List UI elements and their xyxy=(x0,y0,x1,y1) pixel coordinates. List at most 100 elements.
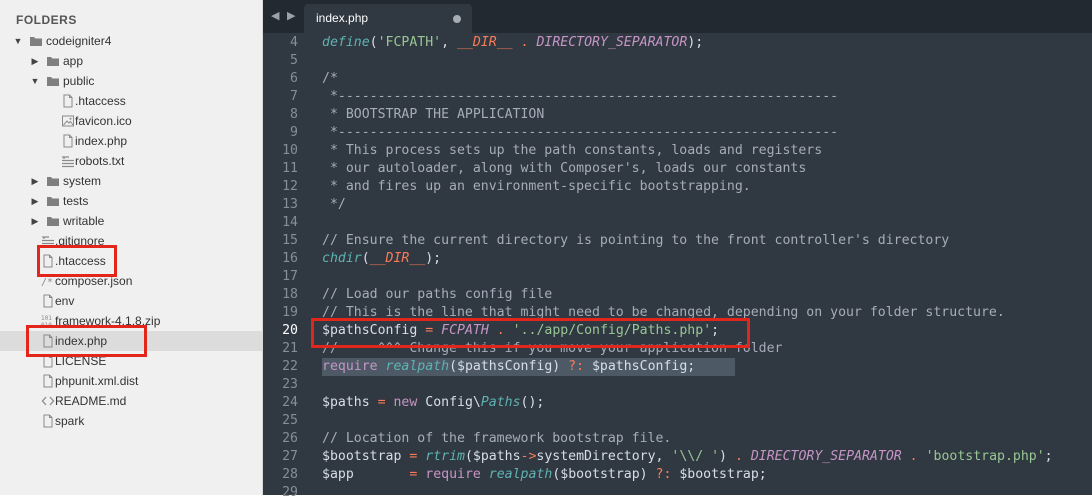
code-token: * BOOTSTRAP THE APPLICATION xyxy=(322,107,545,122)
tree-file[interactable]: .htaccess xyxy=(0,91,262,111)
tree-folder[interactable]: ▼ codeigniter4 xyxy=(0,31,262,51)
code-token: $bootstrap xyxy=(322,449,410,464)
code-line[interactable]: 28 $app = require realpath($bootstrap) ?:… xyxy=(263,466,1092,484)
code-token: systemDirectory, xyxy=(536,449,672,464)
folders-header: FOLDERS xyxy=(16,13,77,27)
code-text: * This process sets up the path constant… xyxy=(322,142,822,160)
line-number: 20 xyxy=(282,323,298,338)
code-token: ( xyxy=(369,35,378,50)
code-line[interactable]: 17 xyxy=(263,268,1092,286)
code-line[interactable]: 25 xyxy=(263,412,1092,430)
line-number: 24 xyxy=(282,395,298,410)
code-line[interactable]: 10 * This process sets up the path const… xyxy=(263,142,1092,160)
line-number: 16 xyxy=(282,251,298,266)
tree-file[interactable]: phpunit.xml.dist xyxy=(0,371,262,391)
code-line[interactable]: 8 * BOOTSTRAP THE APPLICATION xyxy=(263,106,1092,124)
line-number: 4 xyxy=(290,35,298,50)
tree-folder[interactable]: ▼ public xyxy=(0,71,262,91)
code-token: DIRECTORY_SEPARATOR xyxy=(750,449,902,464)
code-token: -> xyxy=(520,449,537,464)
code-line[interactable]: 11 * our autoloader, along with Composer… xyxy=(263,160,1092,178)
code-line[interactable]: 27 $bootstrap = rtrim($paths->systemDirec… xyxy=(263,448,1092,466)
tree-file[interactable]: index.php xyxy=(0,131,262,151)
line-number: 15 xyxy=(282,233,298,248)
tree-folder[interactable]: ▶ system xyxy=(0,171,262,191)
tree-file[interactable]: spark xyxy=(0,411,262,431)
line-number: 19 xyxy=(282,305,298,320)
code-token: require xyxy=(322,359,378,374)
code-line[interactable]: 24 $paths = new Config\Paths(); xyxy=(263,394,1092,412)
code-token: realpath xyxy=(488,467,553,482)
code-view[interactable]: 4 define('FCPATH', __DIR__ . DIRECTORY_SE… xyxy=(263,34,1092,500)
folder-icon xyxy=(46,174,60,188)
code-token: define xyxy=(322,35,370,50)
line-number: 22 xyxy=(282,359,298,374)
annotation-box-line-20 xyxy=(311,318,750,348)
image-file-icon xyxy=(61,114,75,128)
code-line[interactable]: 7 *-------------------------------------… xyxy=(263,88,1092,106)
code-text: *---------------------------------------… xyxy=(322,124,838,142)
code-line[interactable]: 14 xyxy=(263,214,1092,232)
tree-folder[interactable]: ▶ writable xyxy=(0,211,262,231)
tree-file[interactable]: favicon.ico xyxy=(0,111,262,131)
tree-item-label: tests xyxy=(63,194,89,208)
code-line[interactable]: 18 // Load our paths config file xyxy=(263,286,1092,304)
code-line[interactable]: 9 *-------------------------------------… xyxy=(263,124,1092,142)
code-text: // Ensure the current directory is point… xyxy=(322,232,949,250)
code-line[interactable]: 6 /* xyxy=(263,70,1092,88)
code-token: . xyxy=(734,449,743,464)
code-line[interactable]: 5 xyxy=(263,52,1092,70)
chevron-down-icon[interactable]: ▼ xyxy=(30,71,40,91)
code-line[interactable]: 26 // Location of the framework bootstrap… xyxy=(263,430,1092,448)
code-token: /* xyxy=(322,71,338,86)
chevron-down-icon[interactable]: ▼ xyxy=(13,31,23,51)
code-token: * our autoloader, along with Composer's,… xyxy=(322,161,807,176)
line-number: 10 xyxy=(282,143,298,158)
code-line[interactable]: 22 require realpath($pathsConfig) ?: $pat… xyxy=(263,358,1092,376)
code-token: __DIR__ xyxy=(457,35,513,50)
chevron-right-icon[interactable]: ▶ xyxy=(30,171,40,191)
tab-nav-arrows-icon[interactable]: ◀ ▶ xyxy=(271,9,297,22)
line-number: 28 xyxy=(282,467,298,482)
code-line[interactable]: 15 // Ensure the current directory is poi… xyxy=(263,232,1092,250)
code-token: ); xyxy=(687,35,704,50)
code-line[interactable]: 29 xyxy=(263,484,1092,502)
tree-folder[interactable]: ▶ tests xyxy=(0,191,262,211)
line-number: 9 xyxy=(290,125,298,140)
line-number: 27 xyxy=(282,449,298,464)
file-icon xyxy=(41,374,55,388)
tree-file[interactable]: robots.txt xyxy=(0,151,262,171)
svg-text:101: 101 xyxy=(41,315,52,322)
tab-bar: ◀ ▶ index.php xyxy=(263,0,1092,33)
code-token: // Load our paths config file xyxy=(322,287,553,302)
line-number: 25 xyxy=(282,413,298,428)
chevron-right-icon[interactable]: ▶ xyxy=(30,191,40,211)
code-token: . xyxy=(909,449,918,464)
chevron-right-icon[interactable]: ▶ xyxy=(30,51,40,71)
code-token: ($bootstrap) xyxy=(552,467,656,482)
code-line[interactable]: 12 * and fires up an environment-specifi… xyxy=(263,178,1092,196)
tree-folder[interactable]: ▶ app xyxy=(0,51,262,71)
tree-file[interactable]: README.md xyxy=(0,391,262,411)
code-text: * our autoloader, along with Composer's,… xyxy=(322,160,806,178)
code-token: * and fires up an environment-specific b… xyxy=(322,179,751,194)
code-line[interactable]: 23 xyxy=(263,376,1092,394)
unsaved-dot-icon[interactable] xyxy=(453,15,461,23)
code-token: $paths xyxy=(322,395,378,410)
tab-index-php[interactable]: index.php xyxy=(304,4,472,33)
code-line[interactable]: 4 define('FCPATH', __DIR__ . DIRECTORY_SE… xyxy=(263,34,1092,52)
code-token: ); xyxy=(425,251,442,266)
chevron-right-icon[interactable]: ▶ xyxy=(30,211,40,231)
text-file-icon xyxy=(61,154,75,168)
code-token: // Location of the framework bootstrap f… xyxy=(322,431,672,446)
code-token: ?: xyxy=(655,467,672,482)
code-token: *---------------------------------------… xyxy=(322,125,839,140)
code-line[interactable]: 16 chdir(__DIR__); xyxy=(263,250,1092,268)
file-icon xyxy=(41,414,55,428)
code-line[interactable]: 13 */ xyxy=(263,196,1092,214)
tree-file[interactable]: env xyxy=(0,291,262,311)
code-token: rtrim xyxy=(425,449,465,464)
line-number: 11 xyxy=(282,161,298,176)
